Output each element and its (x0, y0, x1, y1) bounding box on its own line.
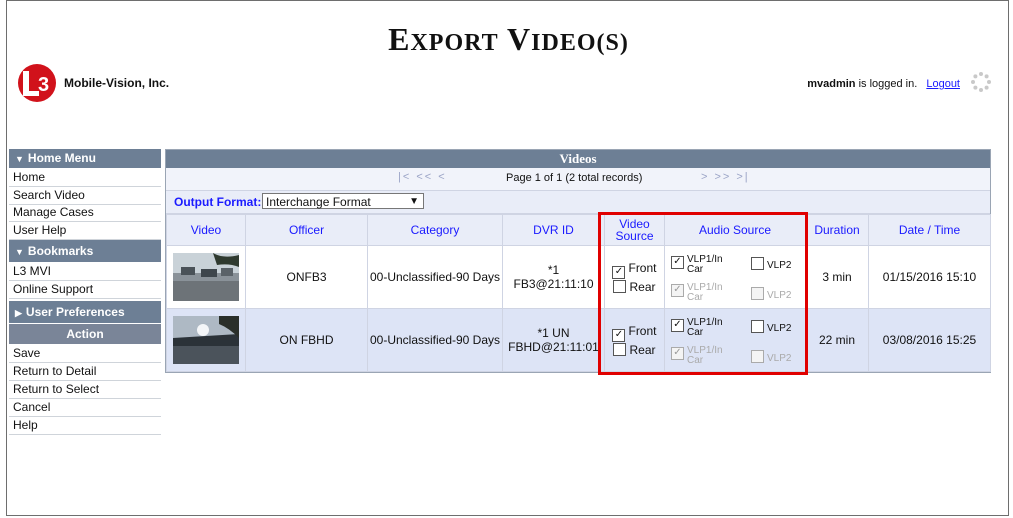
sidebar-item-search-video[interactable]: Search Video (9, 187, 161, 205)
action-help[interactable]: Help (9, 417, 161, 435)
video-thumbnail-cell (166, 308, 246, 372)
col-audio-source: Audio Source (664, 214, 806, 246)
audio-checkbox: ✓ (671, 347, 684, 360)
audio-source-cell: ✓ VLP1/In Car VLP2 ✓ VLP1/In Car VLP2 (664, 308, 806, 372)
sidebar-item-manage-cases[interactable]: Manage Cases (9, 205, 161, 222)
dvr-id-cell: *1 FB3@21:11:10 (502, 245, 605, 309)
video-thumbnail[interactable] (173, 316, 239, 364)
officer-cell: ONFB3 (245, 245, 368, 309)
category-cell: 00-Unclassified-90 Days (367, 245, 503, 309)
pager-first-prev-icons[interactable]: |< << < (398, 171, 447, 183)
rear-checkbox[interactable] (613, 342, 627, 356)
videos-header: Videos (166, 150, 990, 168)
triangle-down-icon: ▼ (15, 247, 24, 257)
col-officer: Officer (245, 214, 368, 246)
home-menu-header[interactable]: ▼ Home Menu (9, 149, 161, 169)
sidebar-item-user-help[interactable]: User Help (9, 222, 161, 240)
front-checkbox[interactable]: ✓ (612, 328, 626, 342)
company-name: Mobile-Vision, Inc. (64, 76, 170, 90)
audio-vlp2-front[interactable]: VLP2 (751, 320, 791, 334)
officer-cell: ON FBHD (245, 308, 368, 372)
audio-checkbox: ✓ (671, 284, 684, 297)
date-time-cell: 01/15/2016 15:10 (868, 245, 991, 309)
audio-checkbox[interactable]: ✓ (671, 256, 684, 269)
rear-option[interactable]: Rear (605, 342, 664, 358)
audio-vlp1-rear: ✓ VLP1/In Car (671, 283, 731, 303)
bookmarks-header[interactable]: ▼ Bookmarks (9, 240, 161, 263)
table-row[interactable]: ONFB3 00-Unclassified-90 Days *1 FB3@21:1… (166, 245, 991, 309)
l3-logo-icon: 3 (18, 64, 56, 102)
duration-cell: 3 min (805, 245, 869, 309)
col-video: Video (166, 214, 246, 246)
triangle-down-icon: ▼ (15, 154, 24, 164)
col-category: Category (367, 214, 503, 246)
duration-cell: 22 min (805, 308, 869, 372)
audio-vlp1-front[interactable]: ✓ VLP1/In Car (671, 255, 731, 275)
triangle-right-icon: ▶ (15, 308, 22, 318)
svg-text:3: 3 (38, 74, 49, 96)
page-info: Page 1 of 1 (2 total records) (506, 172, 643, 184)
action-cancel[interactable]: Cancel (9, 399, 161, 417)
action-return-to-detail[interactable]: Return to Detail (9, 363, 161, 381)
videos-table: Video Officer Category DVR ID Video Sour… (166, 214, 991, 372)
audio-vlp1-rear: ✓ VLP1/In Car (671, 346, 731, 366)
pager-next-last-icons[interactable]: > >> >| (701, 171, 750, 183)
front-option[interactable]: ✓ Front (605, 323, 664, 342)
videos-panel: Videos |< << < Page 1 of 1 (2 total reco… (165, 149, 991, 373)
output-format-row: Output Format: Interchange Format ▼ (166, 191, 990, 214)
chevron-down-icon: ▼ (409, 196, 419, 207)
date-time-cell: 03/08/2016 15:25 (868, 308, 991, 372)
video-thumbnail-cell (166, 245, 246, 309)
audio-checkbox[interactable] (751, 257, 764, 270)
pager: |< << < Page 1 of 1 (2 total records) > … (166, 168, 990, 191)
col-duration: Duration (805, 214, 869, 246)
audio-checkbox[interactable]: ✓ (671, 319, 684, 332)
output-format-select[interactable]: Interchange Format ▼ (262, 193, 424, 209)
col-video-source: Video Source (604, 214, 665, 246)
action-return-to-select[interactable]: Return to Select (9, 381, 161, 399)
sidebar-item-l3-mvi[interactable]: L3 MVI (9, 263, 161, 281)
audio-vlp2-front[interactable]: VLP2 (751, 257, 791, 271)
audio-checkbox[interactable] (751, 320, 764, 333)
video-thumbnail[interactable] (173, 253, 239, 301)
loading-spinner-icon (971, 72, 991, 92)
audio-vlp2-rear: VLP2 (751, 350, 791, 364)
page-title: EXPORT VIDEO(S) (388, 21, 629, 57)
category-cell: 00-Unclassified-90 Days (367, 308, 503, 372)
front-option[interactable]: ✓ Front (605, 260, 664, 279)
audio-vlp1-front[interactable]: ✓ VLP1/In Car (671, 318, 731, 338)
logout-link[interactable]: Logout (926, 78, 960, 90)
sidebar-item-home[interactable]: Home (9, 169, 161, 187)
action-header: Action (9, 324, 161, 345)
audio-checkbox (751, 350, 764, 363)
username: mvadmin (807, 78, 856, 90)
col-date-time: Date / Time (868, 214, 991, 246)
col-dvr-id: DVR ID (502, 214, 605, 246)
logged-in-text: is logged in. (858, 78, 918, 90)
video-source-cell: ✓ Front Rear (604, 308, 665, 372)
output-format-label: Output Format: (174, 195, 262, 209)
sidebar: ▼ Home Menu Home Search Video Manage Case… (9, 149, 161, 435)
audio-source-cell: ✓ VLP1/In Car VLP2 ✓ VLP1/In Car VLP2 (664, 245, 806, 309)
action-save[interactable]: Save (9, 345, 161, 363)
user-preferences-header[interactable]: ▶ User Preferences (9, 301, 161, 324)
audio-vlp2-rear: VLP2 (751, 287, 791, 301)
table-row[interactable]: ON FBHD 00-Unclassified-90 Days *1 UN FBH… (166, 308, 991, 372)
rear-checkbox[interactable] (613, 279, 627, 293)
video-source-cell: ✓ Front Rear (604, 245, 665, 309)
dvr-id-cell: *1 UN FBHD@21:11:01 (502, 308, 605, 372)
rear-option[interactable]: Rear (605, 279, 664, 295)
sidebar-item-online-support[interactable]: Online Support (9, 281, 161, 299)
front-checkbox[interactable]: ✓ (612, 265, 626, 279)
audio-checkbox (751, 287, 764, 300)
login-status: mvadmin is logged in. Logout (807, 78, 960, 90)
